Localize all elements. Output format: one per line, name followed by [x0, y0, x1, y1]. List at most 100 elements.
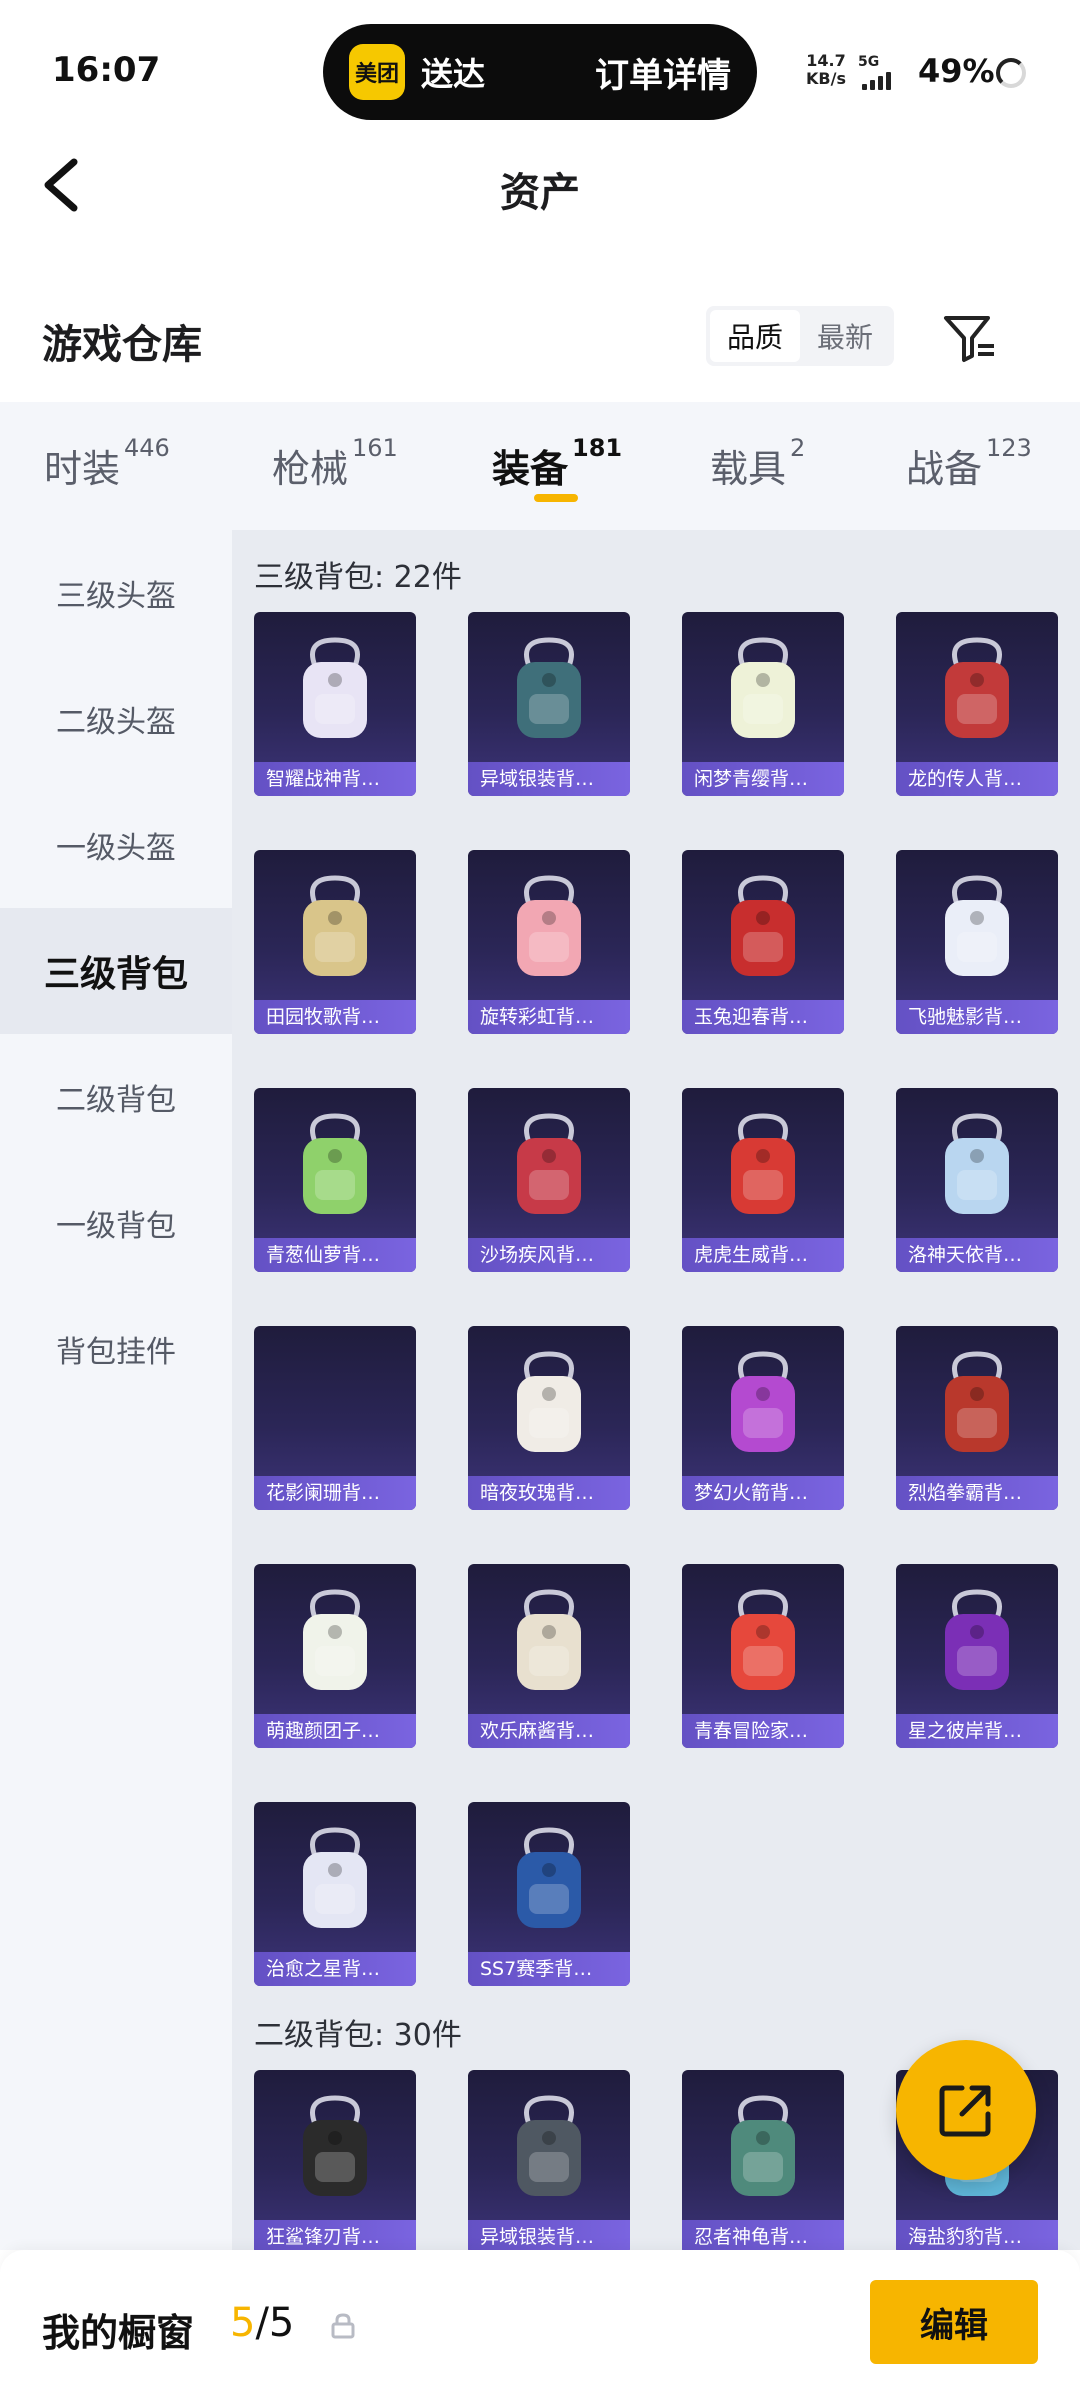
edit-button[interactable]: 编辑 — [870, 2280, 1038, 2364]
battery-level: 49% — [918, 52, 995, 90]
item-card[interactable]: 洛神天依背… — [896, 1088, 1058, 1272]
filter-button[interactable] — [940, 310, 1000, 366]
tab-fashion[interactable]: 时装 446 — [44, 434, 170, 493]
item-card-label: 飞驰魅影背… — [896, 1000, 1058, 1034]
item-card-label: 欢乐麻酱背… — [468, 1714, 630, 1748]
backpack-image — [517, 1589, 581, 1690]
item-card[interactable]: 田园牧歌背… — [254, 850, 416, 1034]
warehouse-bar: 游戏仓库 品质 最新 — [0, 290, 1080, 380]
sort-newest[interactable]: 最新 — [800, 310, 890, 362]
item-card[interactable]: 飞驰魅影背… — [896, 850, 1058, 1034]
bottom-bar: 我的橱窗 5/5 编辑 — [0, 2250, 1080, 2400]
warehouse-title: 游戏仓库 — [42, 322, 202, 368]
item-grid: 三级背包: 22件 二级背包: 30件 智耀战神背… 异域银装背… 闲梦青缨背… 龙的… — [232, 530, 1080, 2250]
battery-ring-icon — [996, 58, 1026, 88]
item-card-label: 狂鲨锋刃背… — [254, 2220, 416, 2250]
item-card-label: 异域银装背… — [468, 2220, 630, 2250]
backpack-image — [517, 1351, 581, 1452]
item-card-label: 青葱仙萝背… — [254, 1238, 416, 1272]
item-card-label: 梦幻火箭背… — [682, 1476, 844, 1510]
item-card[interactable]: 烈焰拳霸背… — [896, 1326, 1058, 1510]
item-card[interactable]: 花影阑珊背… — [254, 1326, 416, 1510]
item-card[interactable]: 星之彼岸背… — [896, 1564, 1058, 1748]
backpack-image — [731, 1351, 795, 1452]
sidebar-item-backpack-charms[interactable]: 背包挂件 — [0, 1286, 232, 1412]
item-card[interactable]: 欢乐麻酱背… — [468, 1564, 630, 1748]
item-card-label: 烈焰拳霸背… — [896, 1476, 1058, 1510]
item-card[interactable]: 龙的传人背… — [896, 612, 1058, 796]
item-card[interactable]: 智耀战神背… — [254, 612, 416, 796]
backpack-image — [945, 875, 1009, 976]
item-card[interactable]: 萌趣颜团子… — [254, 1564, 416, 1748]
item-card[interactable]: 玉兔迎春背… — [682, 850, 844, 1034]
tab-supplies[interactable]: 战备 123 — [906, 434, 1032, 493]
backpack-image — [303, 1827, 367, 1928]
item-card[interactable]: 青葱仙萝背… — [254, 1088, 416, 1272]
sidebar-item-backpack-1[interactable]: 一级背包 — [0, 1160, 232, 1286]
backpack-image — [731, 1113, 795, 1214]
island-order-detail[interactable]: 订单详情 — [595, 48, 731, 97]
item-card[interactable]: SS7赛季背… — [468, 1802, 630, 1986]
active-tab-indicator — [534, 494, 578, 502]
nav-header: 资产 — [0, 140, 1080, 230]
backpack-image — [517, 2095, 581, 2196]
page-title: 资产 — [500, 170, 580, 216]
item-card[interactable]: 虎虎生威背… — [682, 1088, 844, 1272]
backpack-image — [945, 637, 1009, 738]
backpack-image — [303, 637, 367, 738]
dynamic-island[interactable]: 美团 送达 订单详情 — [323, 24, 757, 120]
island-delivery-text: 送达 — [421, 55, 486, 93]
sort-quality[interactable]: 品质 — [710, 310, 800, 362]
item-card-label: 异域银装背… — [468, 762, 630, 796]
item-card[interactable]: 治愈之星背… — [254, 1802, 416, 1986]
item-card-label: 田园牧歌背… — [254, 1000, 416, 1034]
tab-equipment[interactable]: 装备 181 — [492, 434, 622, 493]
sidebar-item-helmet-3[interactable]: 三级头盔 — [0, 530, 232, 656]
sidebar-item-backpack-3[interactable]: 三级背包 — [0, 908, 232, 1034]
item-card-label: 玉兔迎春背… — [682, 1000, 844, 1034]
backpack-image — [303, 1113, 367, 1214]
item-card[interactable]: 忍者神龟背… — [682, 2070, 844, 2250]
backpack-image — [303, 2095, 367, 2196]
backpack-image — [517, 875, 581, 976]
item-card-label: 青春冒险家… — [682, 1714, 844, 1748]
tab-guns[interactable]: 枪械 161 — [272, 434, 398, 493]
item-card[interactable]: 异域银装背… — [468, 612, 630, 796]
section-title-backpack-2: 二级背包: 30件 — [254, 2018, 462, 2053]
backpack-image — [517, 1113, 581, 1214]
item-card-label: 沙场疾风背… — [468, 1238, 630, 1272]
net-speed: 14.7 KB/s — [806, 51, 846, 88]
item-card[interactable]: 狂鲨锋刃背… — [254, 2070, 416, 2250]
item-card-label: 忍者神龟背… — [682, 2220, 844, 2250]
filter-icon — [944, 316, 994, 362]
share-button[interactable] — [896, 2040, 1036, 2180]
item-card[interactable]: 青春冒险家… — [682, 1564, 844, 1748]
item-card-label: 萌趣颜团子… — [254, 1714, 416, 1748]
sidebar-item-helmet-2[interactable]: 二级头盔 — [0, 656, 232, 782]
item-card-label: 海盐豹豹背… — [896, 2220, 1058, 2250]
backpack-image — [517, 1827, 581, 1928]
category-tabs: 时装 446 枪械 161 装备 181 载具 2 战备 123 — [0, 402, 1080, 530]
backpack-image — [731, 637, 795, 738]
meituan-logo: 美团 — [349, 44, 405, 100]
tab-vehicles[interactable]: 载具 2 — [710, 434, 805, 493]
item-card[interactable]: 暗夜玫瑰背… — [468, 1326, 630, 1510]
item-card-label: 花影阑珊背… — [254, 1476, 416, 1510]
item-card-label: 治愈之星背… — [254, 1952, 416, 1986]
item-card-label: 龙的传人背… — [896, 762, 1058, 796]
sidebar: 三级头盔 二级头盔 一级头盔 三级背包 二级背包 一级背包 背包挂件 — [0, 530, 232, 2250]
item-card[interactable]: 异域银装背… — [468, 2070, 630, 2250]
item-card[interactable]: 旋转彩虹背… — [468, 850, 630, 1034]
item-card-label: 旋转彩虹背… — [468, 1000, 630, 1034]
external-link-icon — [939, 2085, 991, 2137]
sort-toggle: 品质 最新 — [706, 306, 894, 366]
item-card[interactable]: 闲梦青缨背… — [682, 612, 844, 796]
sidebar-item-backpack-2[interactable]: 二级背包 — [0, 1034, 232, 1160]
item-card[interactable]: 沙场疾风背… — [468, 1088, 630, 1272]
backpack-image — [945, 1589, 1009, 1690]
backpack-image — [517, 637, 581, 738]
sidebar-item-helmet-1[interactable]: 一级头盔 — [0, 782, 232, 908]
status-bar: 16:07 美团 送达 订单详情 14.7 KB/s 5G 49% — [0, 0, 1080, 140]
section-title-backpack-3: 三级背包: 22件 — [254, 560, 462, 595]
item-card[interactable]: 梦幻火箭背… — [682, 1326, 844, 1510]
